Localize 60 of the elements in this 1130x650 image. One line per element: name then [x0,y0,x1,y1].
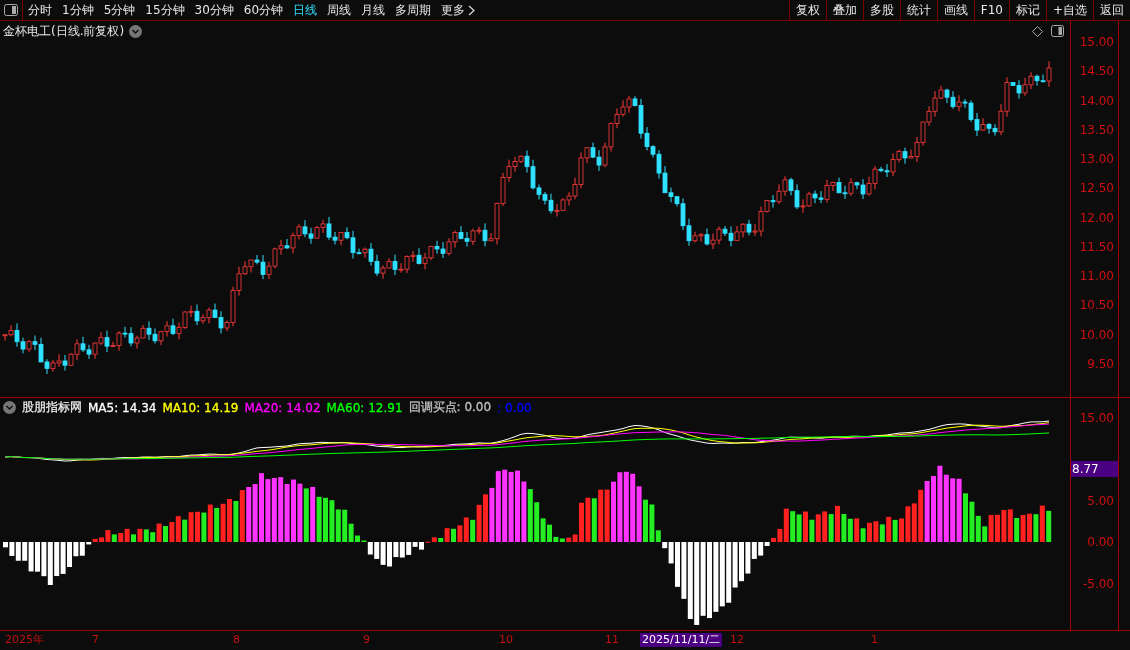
price-tick-label: 15.00 [1079,34,1114,50]
date-label: 11 [604,633,620,647]
toolbar-button[interactable]: 复权 [788,0,826,20]
price-tick-label: 11.00 [1079,268,1114,285]
toolbar-button[interactable]: 多股 [862,0,900,20]
price-tick-label: 9.50 [1087,356,1114,372]
price-tick-label: 10.00 [1079,326,1114,343]
period-tab[interactable]: 分时 [23,0,57,20]
price-tick-label: 12.50 [1079,180,1114,197]
period-tab[interactable]: 60分钟 [238,0,289,20]
legend-value: MA5: 14.34 [88,400,157,415]
toolbar-button[interactable]: 标记 [1008,0,1046,20]
price-tick-label: 11.50 [1079,238,1114,255]
date-label: 2025年 [4,633,45,647]
indicator-tick-label: 15.00 [1079,409,1114,426]
cursor-value-label: 8.77 [1071,461,1118,478]
chevron-right-icon [468,4,476,16]
toolbar-button[interactable]: F10 [973,0,1009,20]
date-label: 10 [498,633,514,647]
toolbar-button[interactable]: 画线 [936,0,974,20]
period-tab[interactable]: 月线 [356,0,391,20]
period-tab[interactable]: 15分钟 [140,0,190,20]
dropdown-icon[interactable] [129,25,143,38]
chart-title: 金杯电工(日线.前复权) [3,23,125,40]
period-tab[interactable]: 5分钟 [98,0,141,20]
date-label: 12 [729,633,745,647]
period-tab[interactable]: 日线 [288,0,323,20]
indicator-tick-label: 5.00 [1087,492,1114,509]
price-tick-label: 14.00 [1079,92,1114,109]
legend-value: MA20: 14.02 [244,400,321,415]
price-tick-label: 12.00 [1079,209,1114,226]
toolbar-button[interactable]: +自选 [1045,0,1093,20]
indicator-tick-label: 0.00 [1087,534,1114,550]
diamond-icon[interactable] [1032,26,1043,37]
period-tab[interactable]: 更多 [436,0,481,20]
toolbar-button[interactable]: 叠加 [825,0,863,20]
date-label: 2025/11/11/二 [640,633,723,647]
period-tab[interactable]: 周线 [322,0,357,20]
legend-value: 回调买点: 0.00 [408,399,492,416]
period-tab[interactable]: 30分钟 [189,0,239,20]
price-tick-label: 13.00 [1079,151,1114,168]
panel-toggle-icon[interactable] [4,4,18,16]
price-tick-label: 10.50 [1079,297,1114,314]
toolbar-button[interactable]: 返回 [1093,0,1130,20]
toolbar-button[interactable]: 统计 [899,0,937,20]
legend-value: MA10: 14.19 [162,400,239,415]
date-label: 8 [232,633,241,647]
period-tab[interactable]: 1分钟 [57,0,99,20]
period-tab[interactable]: 多周期 [390,0,437,20]
legend-value: : 0.00 [497,400,532,415]
date-label: 1 [870,633,879,647]
price-tick-label: 14.50 [1079,63,1114,80]
panel-toggle-icon[interactable] [1051,25,1064,37]
indicator-tick-label: -5.00 [1082,575,1114,592]
price-tick-label: 13.50 [1079,121,1114,138]
date-label: 9 [362,633,371,647]
date-label: 7 [91,633,100,647]
legend-value: MA60: 12.91 [326,400,403,415]
indicator-name: 股朋指标网 [22,399,82,416]
dropdown-icon[interactable] [3,401,16,414]
